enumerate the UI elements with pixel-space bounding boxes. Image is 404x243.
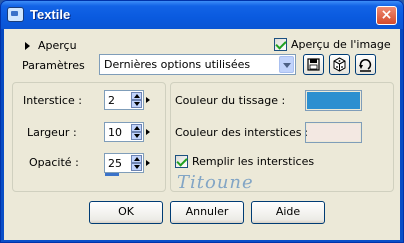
title-bar[interactable]: Textile × xyxy=(1,1,403,29)
opacite-slider-arrow-icon[interactable] xyxy=(145,154,153,172)
opacite-spin-buttons[interactable] xyxy=(131,155,142,171)
largeur-value[interactable]: 10 xyxy=(108,126,122,139)
interstice-value[interactable]: 2 xyxy=(108,94,115,107)
dialog-client-area: Aperçu Aperçu de l'image Paramètres Dern… xyxy=(4,29,400,240)
largeur-spin-buttons[interactable] xyxy=(131,124,142,140)
arrow-up-icon[interactable] xyxy=(131,92,142,100)
weave-color-swatch[interactable] xyxy=(305,90,362,111)
random-preset-button[interactable] xyxy=(329,54,350,75)
window-title: Textile xyxy=(30,7,71,22)
fill-interstices-label: Remplir les interstices xyxy=(192,155,315,168)
arrow-down-icon[interactable] xyxy=(131,100,142,108)
reset-preset-button[interactable] xyxy=(355,54,376,75)
interstice-label: Interstice : xyxy=(23,94,82,107)
arrow-down-icon[interactable] xyxy=(131,163,142,171)
opacite-stepper[interactable]: 25 xyxy=(104,153,153,176)
opacite-label: Opacité : xyxy=(29,156,79,169)
interstice-slider-arrow-icon[interactable] xyxy=(145,91,153,109)
arrow-up-icon[interactable] xyxy=(131,155,142,163)
preview-toggle-label[interactable]: Aperçu xyxy=(38,39,77,52)
cancel-button[interactable]: Annuler xyxy=(170,201,244,224)
interstice-stepper[interactable]: 2 xyxy=(104,90,153,110)
fill-interstices-checkbox[interactable] xyxy=(175,155,188,168)
watermark-signature: Titoune xyxy=(177,172,254,193)
weave-color-label: Couleur du tissage : xyxy=(175,94,286,107)
presets-selected-value: Dernières options utilisées xyxy=(104,58,251,71)
largeur-label: Largeur : xyxy=(27,126,77,139)
interstice-color-swatch[interactable] xyxy=(305,122,362,143)
chevron-down-icon[interactable] xyxy=(279,56,294,73)
interstice-spin-buttons[interactable] xyxy=(131,92,142,108)
interstice-color-label: Couleur des interstices : xyxy=(175,126,309,139)
image-preview-checkbox[interactable] xyxy=(274,38,287,51)
weave-color-fill xyxy=(307,92,360,109)
presets-label: Paramètres xyxy=(22,59,85,72)
largeur-stepper[interactable]: 10 xyxy=(104,122,153,142)
arrow-up-icon[interactable] xyxy=(131,124,142,132)
save-preset-button[interactable] xyxy=(303,54,324,75)
opacite-level-bar xyxy=(105,173,119,176)
arrow-down-icon[interactable] xyxy=(131,132,142,140)
expand-arrow-icon[interactable] xyxy=(25,42,30,50)
close-button[interactable]: × xyxy=(376,6,397,25)
help-button[interactable]: Aide xyxy=(251,201,325,224)
opacite-value[interactable]: 25 xyxy=(108,157,122,170)
largeur-slider-arrow-icon[interactable] xyxy=(145,123,153,141)
app-icon xyxy=(7,7,24,22)
dice-icon xyxy=(333,57,346,72)
dialog-window: Textile × Aperçu Aperçu de l'image Param… xyxy=(0,0,404,243)
image-preview-label: Aperçu de l'image xyxy=(291,38,391,51)
interstice-color-fill xyxy=(307,124,360,141)
reset-icon xyxy=(359,58,372,72)
ok-button[interactable]: OK xyxy=(89,201,163,224)
presets-dropdown[interactable]: Dernières options utilisées xyxy=(99,54,296,75)
floppy-icon xyxy=(307,58,320,71)
